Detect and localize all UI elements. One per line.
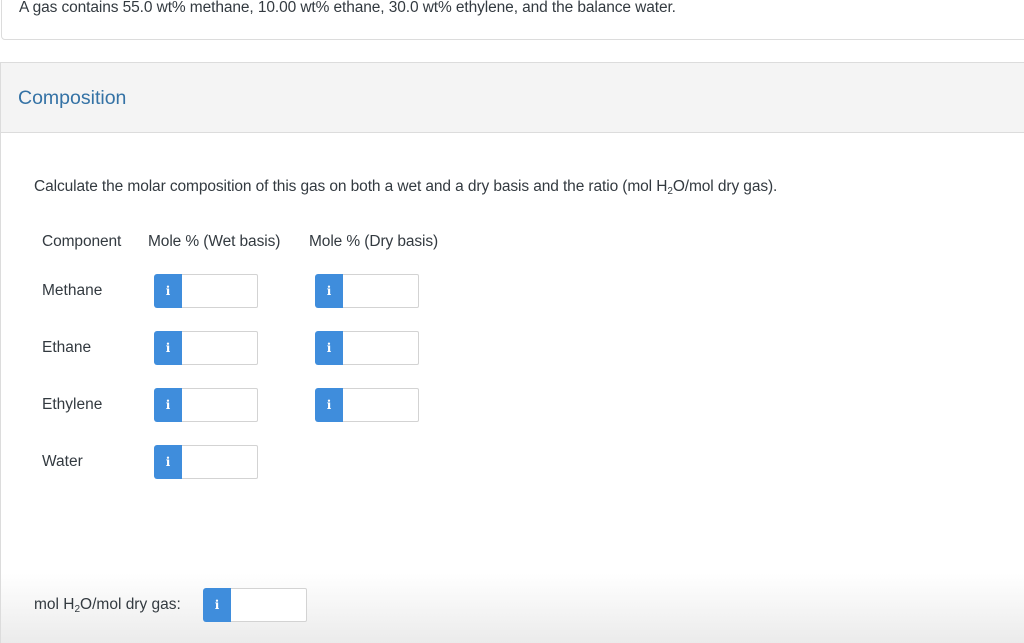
ratio-label: mol H2O/mol dry gas: bbox=[34, 596, 181, 615]
methane-dry-answer: i bbox=[315, 274, 419, 308]
info-icon[interactable]: i bbox=[315, 388, 343, 422]
ethane-dry-answer: i bbox=[315, 331, 419, 365]
ratio-label-part: mol H bbox=[34, 596, 75, 613]
ethane-dry-input[interactable] bbox=[343, 331, 419, 365]
methane-wet-input[interactable] bbox=[182, 274, 258, 308]
row-label-ethane: Ethane bbox=[42, 339, 92, 356]
info-icon[interactable]: i bbox=[154, 388, 182, 422]
water-wet-input[interactable] bbox=[182, 445, 258, 479]
column-header-component: Component bbox=[42, 233, 122, 250]
ratio-input[interactable] bbox=[231, 588, 307, 622]
prompt-text: Calculate the molar composition of this … bbox=[34, 178, 777, 197]
prompt-text-part: Calculate the molar composition of this … bbox=[34, 178, 668, 195]
info-icon[interactable]: i bbox=[203, 588, 231, 622]
column-header-dry: Mole % (Dry basis) bbox=[309, 233, 439, 250]
water-wet-answer: i bbox=[154, 445, 258, 479]
info-icon[interactable]: i bbox=[154, 445, 182, 479]
ethylene-wet-input[interactable] bbox=[182, 388, 258, 422]
question-text: A gas contains 55.0 wt% methane, 10.00 w… bbox=[19, 0, 676, 16]
ethylene-dry-answer: i bbox=[315, 388, 419, 422]
row-label-water: Water bbox=[42, 453, 83, 470]
info-icon[interactable]: i bbox=[315, 331, 343, 365]
composition-panel: Composition Calculate the molar composit… bbox=[0, 62, 1024, 643]
row-label-methane: Methane bbox=[42, 282, 103, 299]
panel-header: Composition bbox=[1, 63, 1024, 133]
info-icon[interactable]: i bbox=[154, 274, 182, 308]
info-icon[interactable]: i bbox=[315, 274, 343, 308]
column-header-wet: Mole % (Wet basis) bbox=[148, 233, 281, 250]
ratio-label-part: O/mol dry gas: bbox=[80, 596, 181, 613]
ratio-answer: i bbox=[203, 588, 307, 622]
question-box: A gas contains 55.0 wt% methane, 10.00 w… bbox=[1, 0, 1024, 40]
methane-dry-input[interactable] bbox=[343, 274, 419, 308]
ethane-wet-input[interactable] bbox=[182, 331, 258, 365]
ethane-wet-answer: i bbox=[154, 331, 258, 365]
methane-wet-answer: i bbox=[154, 274, 258, 308]
prompt-text-part: O/mol dry gas). bbox=[672, 178, 778, 195]
info-icon[interactable]: i bbox=[154, 331, 182, 365]
ethylene-dry-input[interactable] bbox=[343, 388, 419, 422]
panel-title: Composition bbox=[18, 87, 127, 109]
ethylene-wet-answer: i bbox=[154, 388, 258, 422]
row-label-ethylene: Ethylene bbox=[42, 396, 103, 413]
